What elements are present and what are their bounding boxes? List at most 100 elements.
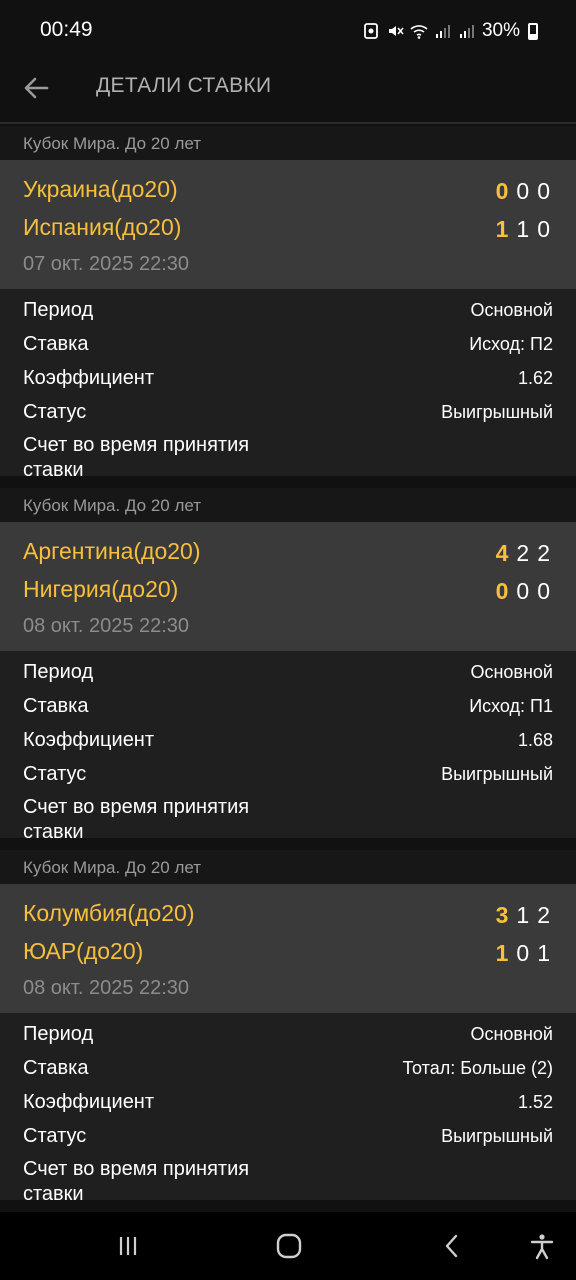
- bet-details: Период Основной Ставка Исход: П1 Коэффиц…: [0, 651, 576, 843]
- team-away: ЮАР(до20): [23, 938, 144, 964]
- bet-details-list[interactable]: Кубок Мира. До 20 лет Украина(до20) Испа…: [0, 126, 576, 1212]
- score-total: 3: [495, 902, 509, 928]
- score-half-2: 2: [537, 902, 550, 928]
- score-total: 1: [495, 216, 509, 242]
- detail-value: Основной: [470, 1024, 553, 1044]
- league-name: Кубок Мира. До 20 лет: [0, 126, 576, 160]
- away-scores: 1 1 0: [496, 216, 550, 243]
- chevron-left-icon: [445, 1234, 458, 1258]
- detail-value: Исход: П2: [469, 334, 553, 354]
- detail-label: Счет во время принятия ставки: [23, 1158, 250, 1205]
- detail-row-bet: Ставка Исход: П1: [0, 689, 576, 723]
- battery-icon: [528, 22, 538, 40]
- nav-back-button[interactable]: [436, 1230, 468, 1262]
- notification-icon: [364, 23, 378, 39]
- score-half-2: 2: [537, 540, 550, 566]
- detail-label: Коэффициент: [23, 729, 155, 751]
- score-half-2: 0: [537, 216, 550, 242]
- detail-value: 1.52: [517, 1092, 553, 1112]
- detail-row-odds: Коэффициент 1.62: [0, 361, 576, 395]
- bet-card: Кубок Мира. До 20 лет Аргентина(до20) Ни…: [0, 488, 576, 850]
- page-title: ДЕТАЛИ СТАВКИ: [96, 74, 272, 97]
- detail-label: Статус: [23, 763, 87, 785]
- status-time: 00:49: [40, 18, 93, 41]
- recents-button[interactable]: [112, 1230, 144, 1262]
- team-home: Украина(до20): [23, 176, 178, 202]
- app-header: ДЕТАЛИ СТАВКИ: [0, 60, 576, 124]
- league-name: Кубок Мира. До 20 лет: [0, 488, 576, 522]
- score-half-1: 2: [516, 540, 530, 566]
- detail-label: Статус: [23, 401, 87, 423]
- detail-label: Коэффициент: [23, 1091, 155, 1113]
- score-total: 1: [495, 940, 509, 966]
- team-away: Испания(до20): [23, 214, 182, 240]
- bet-details: Период Основной Ставка Исход: П2 Коэффиц…: [0, 289, 576, 481]
- score-half-1: 0: [516, 578, 530, 604]
- team-home: Колумбия(до20): [23, 900, 195, 926]
- detail-label: Ставка: [23, 695, 89, 717]
- detail-label: Ставка: [23, 1057, 89, 1079]
- detail-value: 1.62: [517, 368, 553, 388]
- score-total: 0: [495, 578, 509, 604]
- bet-card: Кубок Мира. До 20 лет Украина(до20) Испа…: [0, 126, 576, 488]
- match-date: 07 окт. 2025 22:30: [23, 253, 190, 275]
- score-half-1: 1: [516, 216, 530, 242]
- detail-label: Счет во время принятия ставки: [23, 796, 250, 843]
- detail-label: Коэффициент: [23, 367, 155, 389]
- status-bar: 00:49 30%: [0, 0, 576, 60]
- away-scores: 0 0 0: [496, 578, 550, 605]
- home-scores: 4 2 2: [496, 540, 550, 567]
- match-block: Украина(до20) Испания(до20) 0 0 0 1 1 0 …: [0, 160, 576, 289]
- home-button[interactable]: [273, 1230, 305, 1262]
- mute-icon: [388, 26, 404, 36]
- bet-details: Период Основной Ставка Тотал: Больше (2)…: [0, 1013, 576, 1205]
- score-half-2: 0: [537, 578, 550, 604]
- detail-row-period: Период Основной: [0, 1017, 576, 1051]
- home-icon: [276, 1233, 302, 1259]
- home-scores: 3 1 2: [496, 902, 550, 929]
- score-total: 0: [495, 178, 509, 204]
- score-total: 4: [495, 540, 509, 566]
- score-half-2: 1: [537, 940, 550, 966]
- match-date: 08 окт. 2025 22:30: [23, 977, 190, 999]
- team-home: Аргентина(до20): [23, 538, 201, 564]
- match-date: 08 окт. 2025 22:30: [23, 615, 190, 637]
- back-button[interactable]: [18, 70, 54, 106]
- away-scores: 1 0 1: [496, 940, 550, 967]
- detail-label: Период: [23, 299, 94, 321]
- detail-label: Период: [23, 661, 94, 683]
- score-half-1: 1: [516, 902, 530, 928]
- arrow-left-icon: [24, 77, 49, 99]
- recents-icon: [119, 1237, 137, 1255]
- detail-row-status: Статус Выигрышный: [0, 757, 576, 791]
- accessibility-button[interactable]: [526, 1230, 558, 1262]
- wifi-icon: [410, 25, 428, 39]
- match-block: Колумбия(до20) ЮАР(до20) 3 1 2 1 0 1 08 …: [0, 884, 576, 1013]
- detail-row-period: Период Основной: [0, 655, 576, 689]
- detail-value: Исход: П1: [469, 696, 553, 716]
- detail-row-score-at-bet: Счет во время принятия ставки: [0, 429, 576, 485]
- detail-row-odds: Коэффициент 1.68: [0, 723, 576, 757]
- score-half-2: 0: [537, 178, 550, 204]
- detail-row-status: Статус Выигрышный: [0, 395, 576, 429]
- detail-value: 1.68: [517, 730, 553, 750]
- detail-row-bet: Ставка Исход: П2: [0, 327, 576, 361]
- detail-value: Основной: [470, 300, 553, 320]
- detail-label: Статус: [23, 1125, 87, 1147]
- detail-label: Счет во время принятия ставки: [23, 434, 250, 481]
- battery-percent: 30%: [481, 20, 520, 41]
- detail-row-bet: Ставка Тотал: Больше (2): [0, 1051, 576, 1085]
- home-scores: 0 0 0: [496, 178, 550, 205]
- detail-row-score-at-bet: Счет во время принятия ставки: [0, 791, 576, 847]
- detail-label: Период: [23, 1023, 94, 1045]
- score-half-1: 0: [516, 940, 530, 966]
- accessibility-icon: [530, 1234, 554, 1260]
- detail-value: Выигрышный: [441, 764, 553, 784]
- detail-row-score-at-bet: Счет во время принятия ставки: [0, 1153, 576, 1209]
- score-half-1: 0: [516, 178, 530, 204]
- detail-row-period: Период Основной: [0, 293, 576, 327]
- detail-value: Выигрышный: [441, 402, 553, 422]
- detail-row-odds: Коэффициент 1.52: [0, 1085, 576, 1119]
- detail-label: Ставка: [23, 333, 89, 355]
- detail-value: Основной: [470, 662, 553, 682]
